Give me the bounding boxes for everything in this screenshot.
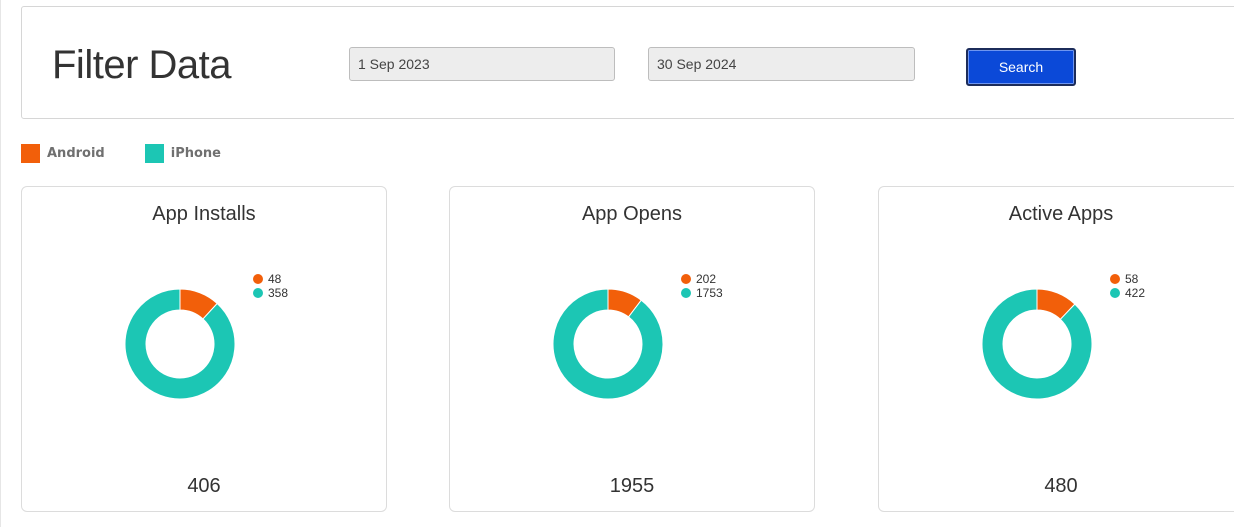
search-button[interactable]: Search xyxy=(966,48,1076,86)
chart-legend: 202 1753 xyxy=(681,272,723,300)
chart-legend-value-android: 202 xyxy=(696,272,717,286)
legend-item-android: Android xyxy=(21,143,105,163)
legend-dot-android xyxy=(253,274,263,284)
card-title: Active Apps xyxy=(1008,203,1114,225)
legend-dot-iphone xyxy=(253,288,263,298)
legend-label-android: Android xyxy=(47,145,105,161)
legend-label-iphone: iPhone xyxy=(170,145,221,161)
donut-chart-app-installs xyxy=(124,288,236,400)
legend-item-iphone: iPhone xyxy=(144,143,221,163)
legend-dot-iphone xyxy=(681,288,691,298)
donut-slice-iphone[interactable] xyxy=(124,288,236,400)
chart-legend-value-iphone: 422 xyxy=(1125,286,1146,300)
legend-dot-iphone xyxy=(1110,288,1120,298)
card-title: App Opens xyxy=(581,203,683,225)
stat-card-active-apps: Active Apps 58 422 480 xyxy=(878,186,1234,512)
donut-chart-app-opens xyxy=(552,288,664,400)
chart-legend-value-android: 48 xyxy=(268,272,282,286)
chart-legend-row-android: 48 xyxy=(253,272,288,286)
filter-title: Filter Data xyxy=(52,43,232,87)
stat-card-app-opens: App Opens 202 1753 1955 xyxy=(449,186,815,512)
card-total: 406 xyxy=(187,475,221,497)
left-divider xyxy=(0,0,1,527)
card-total: 480 xyxy=(1044,475,1078,497)
donut-slice-iphone[interactable] xyxy=(552,288,664,400)
card-title: App Installs xyxy=(152,203,256,225)
chart-legend-row-iphone: 358 xyxy=(253,286,288,300)
chart-legend-row-iphone: 422 xyxy=(1110,286,1145,300)
legend-dot-android xyxy=(1110,274,1120,284)
chart-legend-row-android: 202 xyxy=(681,272,723,286)
donut-slice-iphone[interactable] xyxy=(981,288,1093,400)
card-total: 1955 xyxy=(609,475,655,497)
chart-legend: 48 358 xyxy=(253,272,288,300)
dashboard-page: Filter Data Search Android iPhone App In… xyxy=(0,0,1234,527)
date-to-input[interactable] xyxy=(648,47,915,81)
chart-legend-row-iphone: 1753 xyxy=(681,286,723,300)
legend-dot-android xyxy=(681,274,691,284)
legend-swatch-iphone xyxy=(144,143,164,163)
chart-legend-value-iphone: 1753 xyxy=(696,286,723,300)
chart-legend-value-iphone: 358 xyxy=(268,286,289,300)
chart-legend-value-android: 58 xyxy=(1125,272,1139,286)
chart-legend: 58 422 xyxy=(1110,272,1145,300)
date-from-input[interactable] xyxy=(349,47,615,81)
donut-chart-active-apps xyxy=(981,288,1093,400)
platform-legend: Android iPhone xyxy=(21,143,261,163)
stat-card-app-installs: App Installs 48 358 406 xyxy=(21,186,387,512)
chart-legend-row-android: 58 xyxy=(1110,272,1145,286)
filter-panel: Filter Data Search xyxy=(21,6,1234,119)
legend-swatch-android xyxy=(21,143,40,163)
